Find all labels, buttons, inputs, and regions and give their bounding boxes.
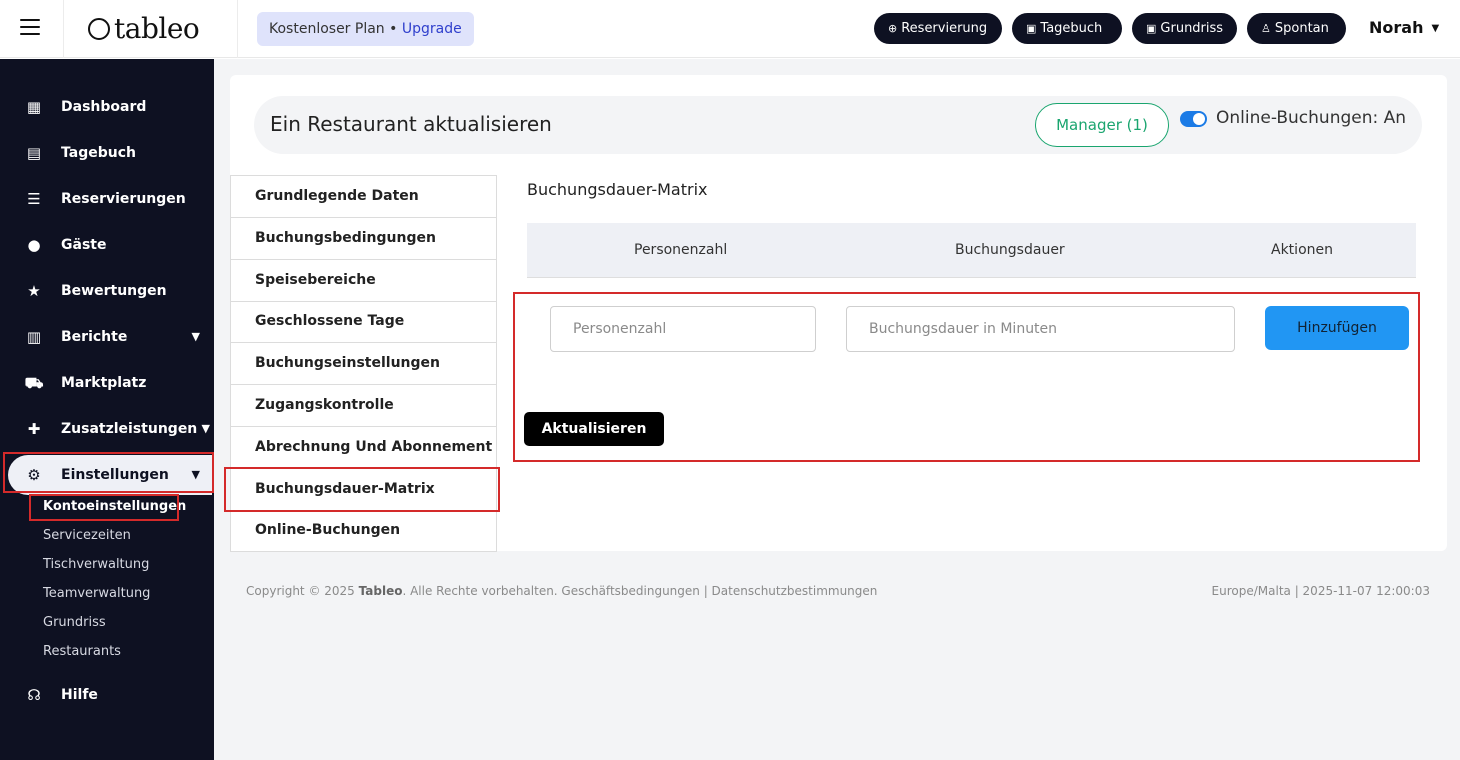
manager-button[interactable]: Manager (1) (1035, 103, 1169, 147)
page-title: Ein Restaurant aktualisieren (270, 112, 552, 136)
grundriss-button[interactable]: ▣ Grundriss (1132, 13, 1237, 44)
book-icon: ▤ (26, 144, 42, 162)
sidebar-item-bewertungen[interactable]: ★ Bewertungen (0, 271, 214, 311)
sidebar-subitem-restaurants[interactable]: Restaurants (43, 644, 121, 659)
plan-label: Kostenloser Plan • (269, 21, 402, 37)
sidebar-subitem-servicezeiten[interactable]: Servicezeiten (43, 528, 131, 543)
sidebar-item-marktplatz[interactable]: ⛟ Marktplatz (0, 363, 214, 403)
reservierung-button[interactable]: ⊕ Reservierung (874, 13, 1002, 44)
spontan-button[interactable]: ♙ Spontan (1247, 13, 1346, 44)
footer-brand: Tableo (358, 584, 403, 598)
online-bookings-toggle[interactable] (1180, 111, 1207, 127)
logo-circle-icon (88, 18, 110, 40)
sidebar-item-gaeste[interactable]: ● Gäste (0, 225, 214, 265)
chevron-down-icon: ▼ (1431, 23, 1440, 34)
user-icon: ● (27, 236, 41, 254)
chart-icon: ▥ (26, 328, 42, 346)
add-button[interactable]: Hinzufügen (1265, 306, 1409, 350)
column-header-personenzahl: Personenzahl (634, 242, 728, 258)
tab-speisebereiche[interactable]: Speisebereiche (231, 260, 496, 302)
sidebar-subitem-grundriss[interactable]: Grundriss (43, 615, 106, 630)
walk-icon: ♙ (1261, 22, 1271, 35)
plan-badge: Kostenloser Plan • Upgrade (257, 12, 474, 46)
logo-container: tableo (63, 0, 238, 58)
user-menu[interactable]: Norah ▼ (1369, 18, 1439, 37)
calendar-icon: ▣ (1026, 22, 1037, 35)
toggle-knob (1193, 113, 1205, 125)
star-icon: ★ (27, 282, 41, 300)
sidebar-subitem-tischverwaltung[interactable]: Tischverwaltung (43, 557, 149, 572)
chevron-down-icon: ▼ (191, 330, 200, 343)
sidebar-item-berichte[interactable]: ▥ Berichte ▼ (0, 317, 214, 357)
hamburger-menu-icon[interactable] (20, 19, 42, 39)
online-bookings-label: Online-Buchungen: An (1216, 108, 1407, 128)
user-name: Norah (1369, 18, 1424, 37)
duration-input[interactable] (846, 306, 1235, 352)
footer-timezone-time: Europe/Malta | 2025-11-07 12:00:03 (1211, 584, 1430, 598)
update-button[interactable]: Aktualisieren (524, 412, 664, 446)
upgrade-link[interactable]: Upgrade (402, 21, 462, 37)
sidebar-item-dashboard[interactable]: ▦ Dashboard (0, 87, 214, 127)
tab-buchungseinstellungen[interactable]: Buchungseinstellungen (231, 343, 496, 385)
list-icon: ☰ (27, 190, 41, 208)
tagebuch-button[interactable]: ▣ Tagebuch (1012, 13, 1122, 44)
top-bar: tableo Kostenloser Plan • Upgrade ⊕ Reser… (0, 0, 1460, 58)
headset-icon: ☊ (27, 686, 41, 704)
column-header-aktionen: Aktionen (1271, 242, 1333, 258)
tab-zugangskontrolle[interactable]: Zugangskontrolle (231, 385, 496, 427)
tab-grundlegende-daten[interactable]: Grundlegende Daten (231, 176, 496, 218)
cart-icon: ⛟ (24, 374, 44, 392)
persons-input[interactable] (550, 306, 816, 352)
sidebar-subitem-kontoeinstellungen[interactable]: Kontoeinstellungen (43, 499, 186, 514)
puzzle-icon: ✚ (27, 420, 41, 438)
logo[interactable]: tableo (88, 12, 200, 45)
tab-buchungsdauer-matrix[interactable]: Buchungsdauer-Matrix (231, 469, 496, 511)
matrix-table-header: Personenzahl Buchungsdauer Aktionen (527, 223, 1416, 278)
floorplan-icon: ▣ (1146, 22, 1157, 35)
sidebar-item-reservierungen[interactable]: ☰ Reservierungen (0, 179, 214, 219)
footer-copyright: Copyright © 2025 Tableo. Alle Rechte vor… (246, 584, 878, 598)
matrix-title: Buchungsdauer-Matrix (527, 180, 708, 199)
chevron-down-icon: ▼ (201, 422, 210, 435)
column-header-buchungsdauer: Buchungsdauer (955, 242, 1065, 258)
tab-buchungsbedingungen[interactable]: Buchungsbedingungen (231, 218, 496, 260)
gear-icon: ⚙ (27, 466, 41, 484)
sidebar-item-hilfe[interactable]: ☊ Hilfe (0, 675, 214, 715)
sidebar-item-zusatzleistungen[interactable]: ✚ Zusatzleistungen ▼ (0, 409, 214, 449)
sidebar-item-tagebuch[interactable]: ▤ Tagebuch (0, 133, 214, 173)
sidebar-item-einstellungen[interactable]: ⚙ Einstellungen ▼ (8, 455, 212, 495)
chevron-down-icon: ▼ (191, 468, 200, 481)
tab-online-buchungen[interactable]: Online-Buchungen (231, 510, 496, 552)
sidebar-subitem-teamverwaltung[interactable]: Teamverwaltung (43, 586, 150, 601)
dashboard-icon: ▦ (26, 98, 42, 116)
tab-geschlossene-tage[interactable]: Geschlossene Tage (231, 301, 496, 343)
plus-circle-icon: ⊕ (888, 22, 898, 35)
settings-tabs: Grundlegende Daten Buchungsbedingungen S… (230, 175, 497, 552)
tab-abrechnung-und-abonnement[interactable]: Abrechnung Und Abonnement (231, 427, 496, 469)
